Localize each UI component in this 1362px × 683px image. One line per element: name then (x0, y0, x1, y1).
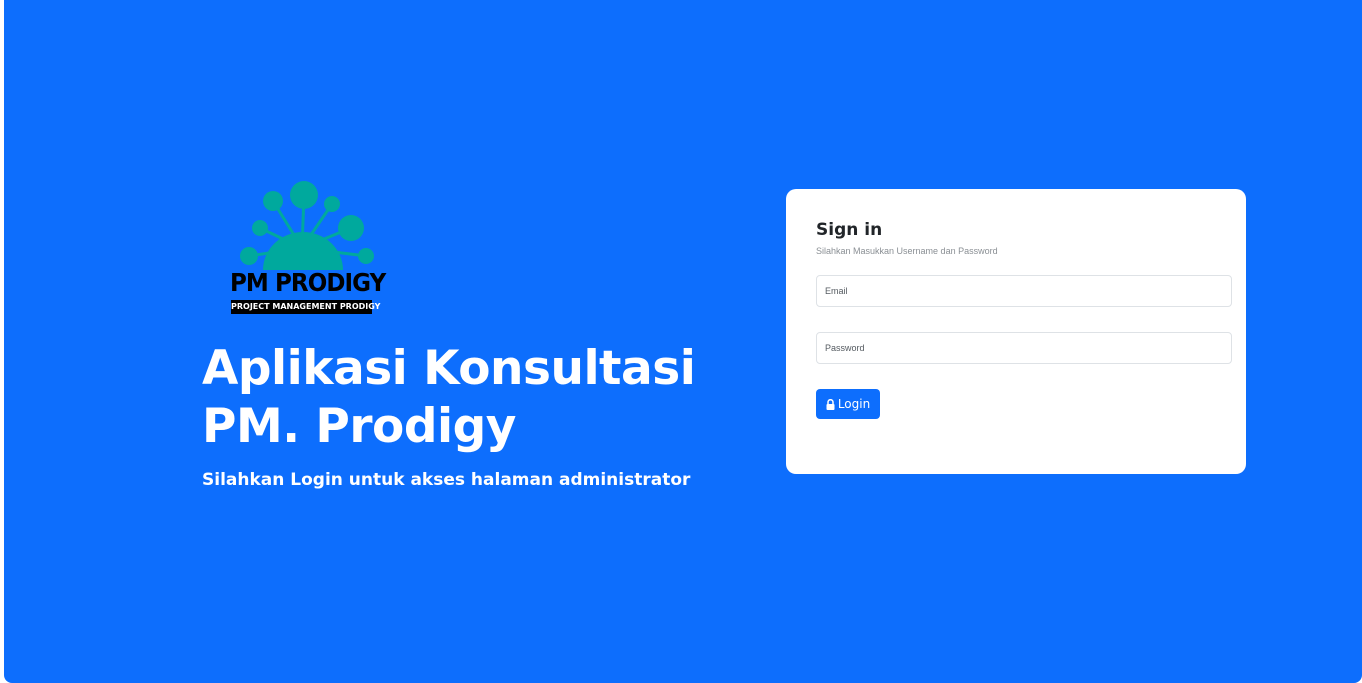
logo-sub-text: PROJECT MANAGEMENT PRODIGY (231, 302, 381, 311)
login-button-label: Login (837, 397, 871, 411)
email-field[interactable] (816, 275, 1232, 307)
password-field[interactable] (816, 332, 1232, 364)
login-subtitle: Silahkan Masukkan Username dan Password (816, 246, 998, 256)
logo-main-text: PM PRODIGY (230, 268, 386, 297)
page-title-line-2: PM. Prodigy (202, 399, 516, 454)
page-title: Aplikasi Konsultasi PM. Prodigy (202, 340, 696, 456)
login-button[interactable]: Login (816, 389, 880, 419)
pm-prodigy-logo: PM PRODIGY PROJECT MANAGEMENT PRODIGY (226, 178, 386, 316)
page-subtitle: Silahkan Login untuk akses halaman admin… (202, 470, 691, 490)
login-title: Sign in (816, 220, 883, 240)
lock-icon (826, 398, 835, 410)
hero-panel: PM PRODIGY PROJECT MANAGEMENT PRODIGY Ap… (4, 0, 1362, 683)
page-title-line-1: Aplikasi Konsultasi (202, 341, 696, 396)
login-card: Sign in Silahkan Masukkan Username dan P… (786, 189, 1246, 474)
